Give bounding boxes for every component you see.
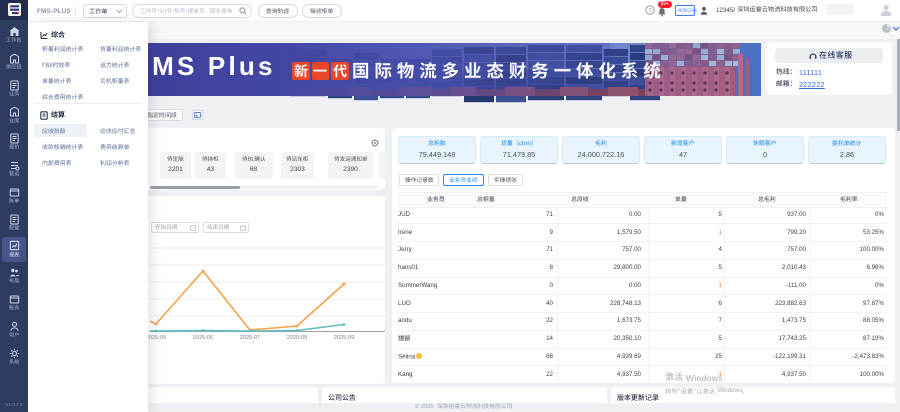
svg-text:?: ? <box>648 8 652 15</box>
